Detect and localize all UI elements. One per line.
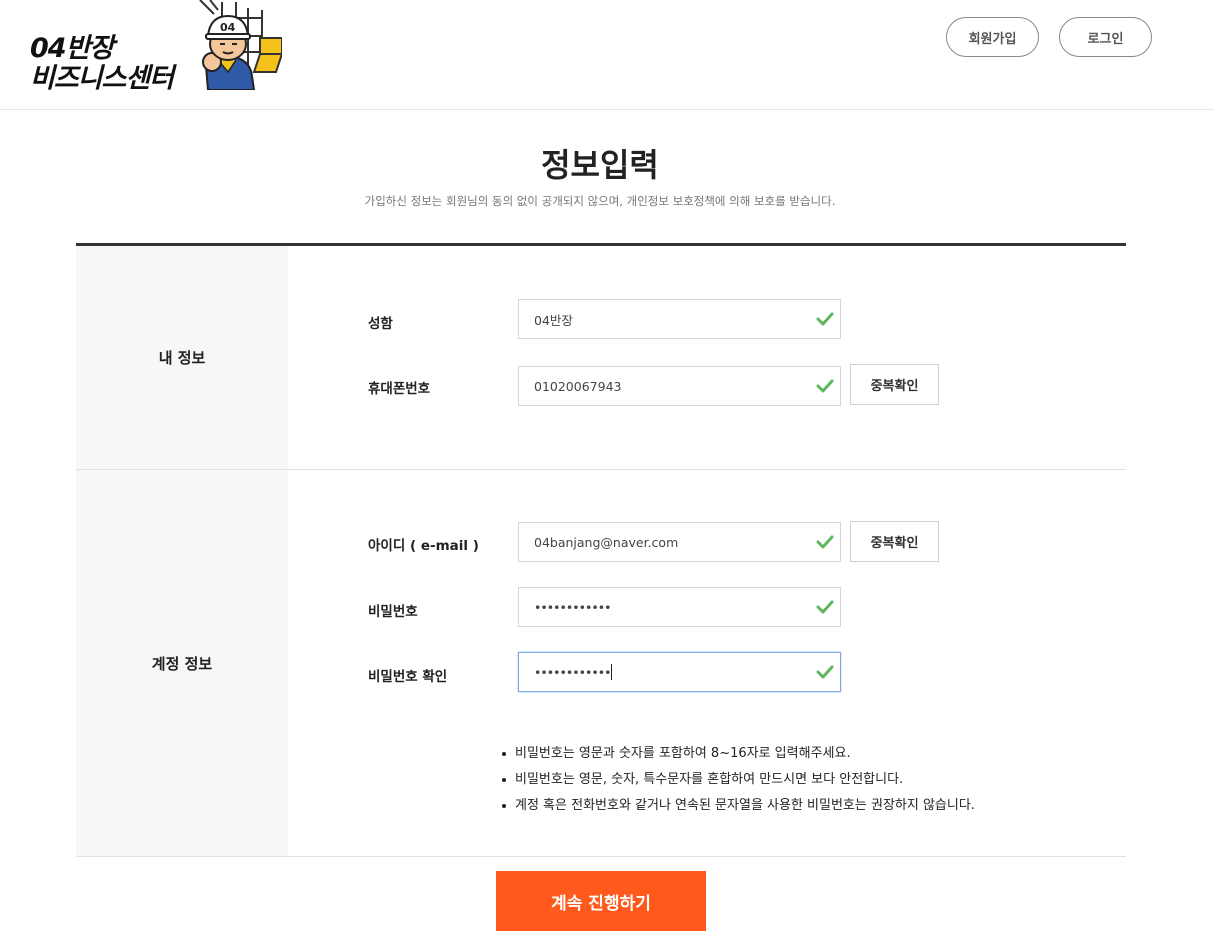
phone-input[interactable]: 01020067943	[518, 366, 841, 406]
continue-button[interactable]: 계속 진행하기	[496, 871, 706, 931]
guideline-item: 비밀번호는 영문과 숫자를 포함하여 8~16자로 입력해주세요.	[500, 741, 975, 767]
name-input[interactable]: 04반장	[518, 299, 841, 339]
check-icon	[816, 600, 834, 614]
mascot-image: 04	[199, 0, 282, 90]
email-value: 04banjang@naver.com	[534, 534, 679, 550]
password-confirm-value: ••••••••••••	[534, 664, 611, 680]
password-input[interactable]: ••••••••••••	[518, 587, 841, 627]
password-guidelines: 비밀번호는 영문과 숫자를 포함하여 8~16자로 입력해주세요. 비밀번호는 …	[500, 741, 975, 819]
text-caret	[611, 664, 613, 680]
password-label: 비밀번호	[368, 604, 418, 620]
password-value: ••••••••••••	[534, 599, 611, 615]
email-duplicate-check-button[interactable]: 중복확인	[850, 521, 939, 562]
guideline-item: 비밀번호는 영문, 숫자, 특수문자를 혼합하여 만드시면 보다 안전합니다.	[500, 767, 975, 793]
check-icon	[816, 665, 834, 679]
phone-value: 01020067943	[534, 378, 622, 394]
site-logo[interactable]: 04반장 비즈니스센터 04	[30, 0, 282, 95]
site-header: 04반장 비즈니스센터 04 회원가입 로그인	[0, 0, 1214, 110]
mascot-badge-text: 04	[220, 21, 236, 34]
phone-duplicate-check-button[interactable]: 중복확인	[850, 364, 939, 405]
logo-line-2: 비즈니스센터	[30, 63, 174, 94]
page-subtitle: 가입하신 정보는 회원님의 동의 없이 공개되지 않으며, 개인정보 보호정책에…	[364, 194, 836, 208]
check-icon	[816, 379, 834, 393]
name-label: 성함	[368, 316, 393, 332]
signup-button[interactable]: 회원가입	[946, 17, 1039, 57]
check-icon	[816, 312, 834, 326]
login-button[interactable]: 로그인	[1059, 17, 1152, 57]
password-confirm-input[interactable]: ••••••••••••	[518, 652, 841, 692]
check-icon	[816, 535, 834, 549]
section-heading: 내 정보	[76, 246, 288, 469]
email-label: 아이디 ( e-mail )	[368, 538, 479, 554]
phone-label: 휴대폰번호	[368, 381, 431, 397]
guideline-item: 계정 혹은 전화번호와 같거나 연속된 문자열을 사용한 비밀번호는 권장하지 …	[500, 793, 975, 819]
name-value: 04반장	[534, 312, 573, 328]
section-my-info: 내 정보 성함 04반장 휴대폰번호 01020067943 중복확인	[76, 246, 1126, 470]
password-confirm-label: 비밀번호 확인	[368, 669, 448, 685]
page-title: 정보입력	[541, 146, 659, 184]
email-input[interactable]: 04banjang@naver.com	[518, 522, 841, 562]
section-heading: 계정 정보	[76, 470, 288, 856]
